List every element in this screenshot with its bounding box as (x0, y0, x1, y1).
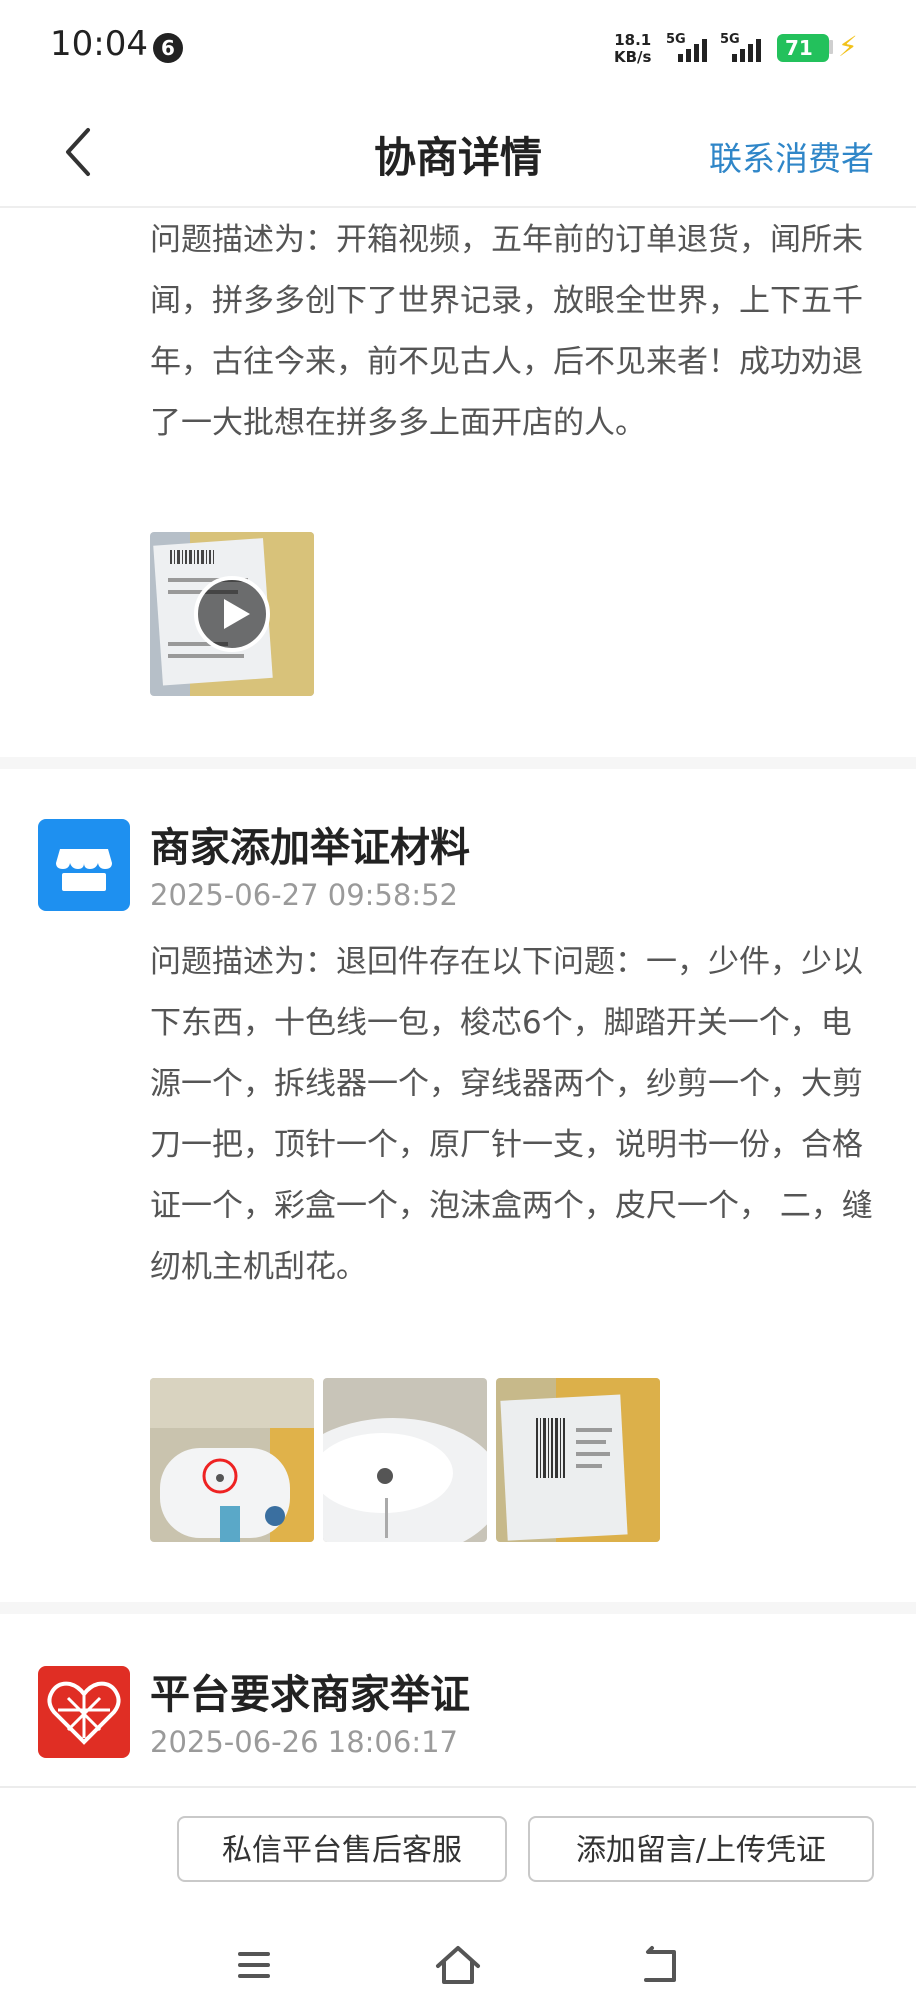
section-divider-2 (0, 1602, 916, 1614)
home-icon[interactable] (428, 1940, 488, 1990)
battery-level: 71 (785, 36, 813, 60)
back-nav-icon[interactable] (630, 1940, 690, 1990)
merchant-entry-title: 商家添加举证材料 (150, 825, 470, 871)
merchant-entry-description: 问题描述为：退回件存在以下问题：一，少件，少以下东西，十色线一包，梭芯6个，脚踏… (150, 944, 873, 1285)
evidence-image-2[interactable] (323, 1378, 487, 1542)
top-entry-description: 问题描述为：开箱视频，五年前的订单退货，闻所未闻，拼多多创下了世界记录，放眼全世… (150, 222, 863, 441)
nav-bar: 协商详情 联系消费者 (0, 98, 916, 208)
signal-strength-icon-2: 5G (720, 32, 780, 66)
evidence-image-3[interactable] (496, 1378, 660, 1542)
network-speed-value: 18.1 (614, 31, 652, 49)
network-speed-unit: KB/s (614, 48, 652, 66)
footer-bar: 私信平台售后客服 添加留言/上传凭证 (0, 1786, 916, 2002)
contact-consumer-link[interactable]: 联系消费者 (709, 132, 874, 180)
notification-count-badge: 6 (153, 33, 183, 63)
battery-tip (829, 40, 833, 54)
platform-entry-time: 2025-06-26 18:06:17 (150, 1725, 458, 1759)
merchant-store-icon (38, 819, 130, 911)
platform-entry-title: 平台要求商家举证 (150, 1672, 470, 1718)
sim2-label: 5G (720, 32, 740, 47)
video-thumbnail[interactable] (150, 532, 314, 696)
charging-bolt-icon: ⚡ (838, 30, 858, 63)
status-bar: 10:04 6 18.1 KB/s 5G 5G 71 ⚡ (0, 0, 916, 98)
pinduoduo-logo-icon (38, 1666, 130, 1758)
merchant-entry-time: 2025-06-27 09:58:52 (150, 878, 458, 912)
evidence-image-1[interactable] (150, 1378, 314, 1542)
menu-icon[interactable] (224, 1940, 284, 1990)
section-divider (0, 757, 916, 769)
sim1-label: 5G (666, 32, 686, 47)
network-speed: 18.1 KB/s (614, 32, 651, 66)
add-message-upload-button[interactable]: 添加留言/上传凭证 (528, 1816, 874, 1882)
message-platform-service-button[interactable]: 私信平台售后客服 (177, 1816, 507, 1882)
status-time: 10:04 (50, 24, 148, 64)
signal-strength-icon: 5G (666, 32, 726, 66)
battery-icon: 71 (777, 34, 829, 62)
play-icon[interactable] (192, 574, 272, 654)
